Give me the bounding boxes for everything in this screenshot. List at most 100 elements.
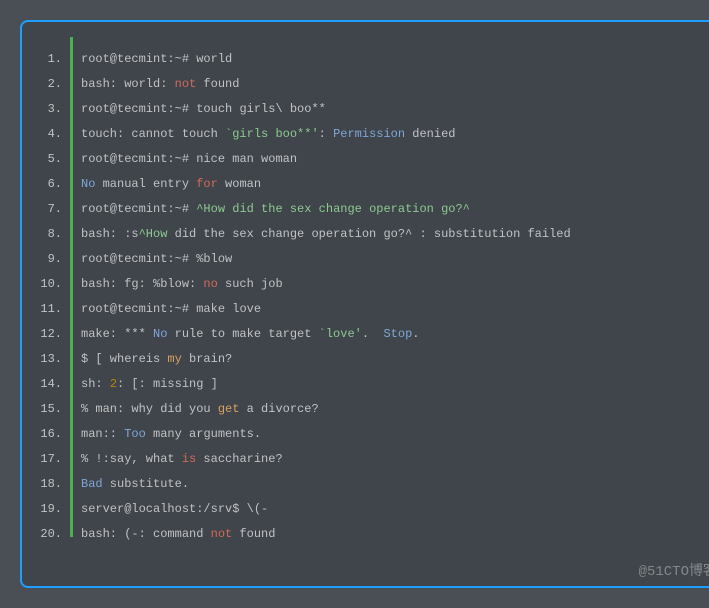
code-token: `love' — [319, 327, 362, 341]
code-token: rule to make target — [167, 327, 318, 341]
code-content: bash: (-: command not found — [73, 522, 275, 547]
code-token: many arguments. — [146, 427, 261, 441]
code-token: touch: cannot touch — [81, 127, 225, 141]
code-token: # make love — [182, 302, 261, 316]
code-token: a divorce? — [239, 402, 318, 416]
line-number: 15. — [32, 397, 70, 422]
code-token: woman — [218, 177, 261, 191]
code-token: Too — [124, 427, 146, 441]
line-number: 16. — [32, 422, 70, 447]
code-token: bash: world: — [81, 77, 175, 91]
code-token: get — [218, 402, 240, 416]
line-number: 3. — [32, 97, 70, 122]
code-token: # nice man woman — [182, 152, 297, 166]
line-number: 7. — [32, 197, 70, 222]
code-content: touch: cannot touch `girls boo**': Permi… — [73, 122, 456, 147]
line-number: 12. — [32, 322, 70, 347]
line-number: 1. — [32, 47, 70, 72]
line-number: 9. — [32, 247, 70, 272]
code-content: % man: why did you get a divorce? — [73, 397, 319, 422]
line-number: 11. — [32, 297, 70, 322]
code-token: Bad — [81, 477, 103, 491]
code-token: not — [175, 77, 197, 91]
code-token: # world — [182, 52, 232, 66]
code-token: man:: — [81, 427, 124, 441]
code-token: : — [319, 127, 333, 141]
line-number: 18. — [32, 472, 70, 497]
code-content: root@tecmint:~# ^How did the sex change … — [73, 197, 470, 222]
watermark: @51CTO博客 — [639, 560, 709, 580]
code-content: root@tecmint:~# make love — [73, 297, 261, 322]
code-token: root@tecmint:~ — [81, 252, 182, 266]
code-token: did the sex change operation go?^ — [225, 202, 470, 216]
code-content: bash: world: not found — [73, 72, 239, 97]
code-token: no — [203, 277, 217, 291]
code-token: root@tecmint:~ — [81, 202, 182, 216]
code-token: # %blow — [182, 252, 232, 266]
code-content: bash: :s^How did the sex change operatio… — [73, 222, 571, 247]
code-token: found — [196, 77, 239, 91]
code-token: bash: fg: %blow: — [81, 277, 203, 291]
code-token: server@localhost:/srv$ \(- — [81, 502, 268, 516]
code-content: $ [ whereis my brain? — [73, 347, 232, 372]
code-content: bash: fg: %blow: no such job — [73, 272, 283, 297]
code-token: manual entry — [95, 177, 196, 191]
code-token: for — [196, 177, 218, 191]
code-token: . — [412, 327, 419, 341]
code-token: my — [167, 352, 181, 366]
code-token: such job — [218, 277, 283, 291]
code-content: make: *** No rule to make target `love'.… — [73, 322, 420, 347]
code-token: not — [211, 527, 233, 541]
code-token: did the sex change operation go?^ : subs… — [167, 227, 570, 241]
line-number: 19. — [32, 497, 70, 522]
code-token: found — [232, 527, 275, 541]
code-token: # — [182, 202, 196, 216]
code-token: root@tecmint:~ — [81, 152, 182, 166]
line-number: 6. — [32, 172, 70, 197]
code-content: % !:say, what is saccharine? — [73, 447, 283, 472]
code-token: root@tecmint:~ — [81, 102, 182, 116]
code-content: root@tecmint:~# nice man woman — [73, 147, 297, 172]
code-token: 2 — [110, 377, 117, 391]
code-token: is — [182, 452, 196, 466]
code-token: Stop — [383, 327, 412, 341]
line-number: 13. — [32, 347, 70, 372]
code-token: `girls boo**' — [225, 127, 319, 141]
line-number: 4. — [32, 122, 70, 147]
code-token: . — [362, 327, 384, 341]
code-token: saccharine? — [196, 452, 282, 466]
line-number: 8. — [32, 222, 70, 247]
code-token: root@tecmint:~ — [81, 52, 182, 66]
code-token: substitute. — [103, 477, 189, 491]
line-number: 5. — [32, 147, 70, 172]
code-token: bash: (-: command — [81, 527, 211, 541]
line-number: 20. — [32, 522, 70, 547]
code-token: # touch girls\ boo** — [182, 102, 326, 116]
code-token: : [: missing ] — [117, 377, 218, 391]
terminal-window: 1.root@tecmint:~# world2.bash: world: no… — [20, 20, 709, 588]
code-token: % !:say, what — [81, 452, 182, 466]
code-token: brain? — [182, 352, 232, 366]
code-token: bash: :s — [81, 227, 139, 241]
line-number: 14. — [32, 372, 70, 397]
code-token: sh: — [81, 377, 110, 391]
code-token: root@tecmint:~ — [81, 302, 182, 316]
line-number: 2. — [32, 72, 70, 97]
code-content: server@localhost:/srv$ \(- — [73, 497, 268, 522]
code-line: 1.root@tecmint:~# world — [32, 37, 709, 62]
code-content: root@tecmint:~# %blow — [73, 247, 232, 272]
code-content: No manual entry for woman — [73, 172, 261, 197]
code-content: sh: 2: [: missing ] — [73, 372, 218, 397]
code-listing: 1.root@tecmint:~# world2.bash: world: no… — [32, 37, 709, 537]
line-number: 10. — [32, 272, 70, 297]
code-content: Bad substitute. — [73, 472, 189, 497]
code-token: ^How — [139, 227, 168, 241]
code-token: Permission — [333, 127, 405, 141]
code-content: root@tecmint:~# world — [73, 47, 232, 72]
code-token: % man: why did you — [81, 402, 218, 416]
code-token: No — [81, 177, 95, 191]
code-content: root@tecmint:~# touch girls\ boo** — [73, 97, 326, 122]
code-token: $ [ whereis — [81, 352, 167, 366]
code-token: ^How — [196, 202, 225, 216]
code-token: make: *** — [81, 327, 153, 341]
